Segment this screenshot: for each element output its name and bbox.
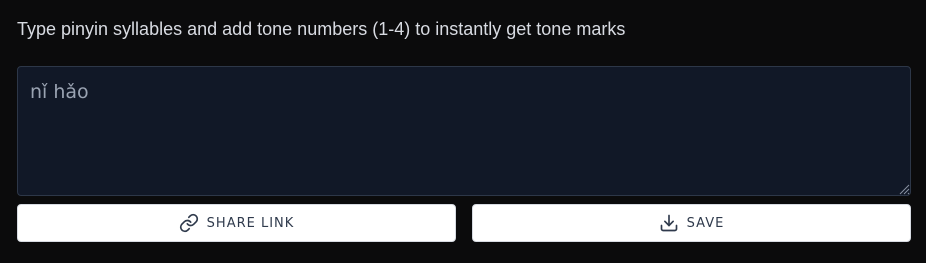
share-link-label: SHARE LINK — [206, 215, 295, 231]
link-icon — [179, 213, 199, 233]
save-label: SAVE — [686, 215, 725, 231]
share-link-button[interactable]: SHARE LINK — [17, 204, 456, 242]
download-icon — [659, 213, 679, 233]
pinyin-input[interactable] — [17, 66, 911, 196]
save-button[interactable]: SAVE — [472, 204, 911, 242]
instructions-text: Type pinyin syllables and add tone numbe… — [17, 19, 626, 39]
